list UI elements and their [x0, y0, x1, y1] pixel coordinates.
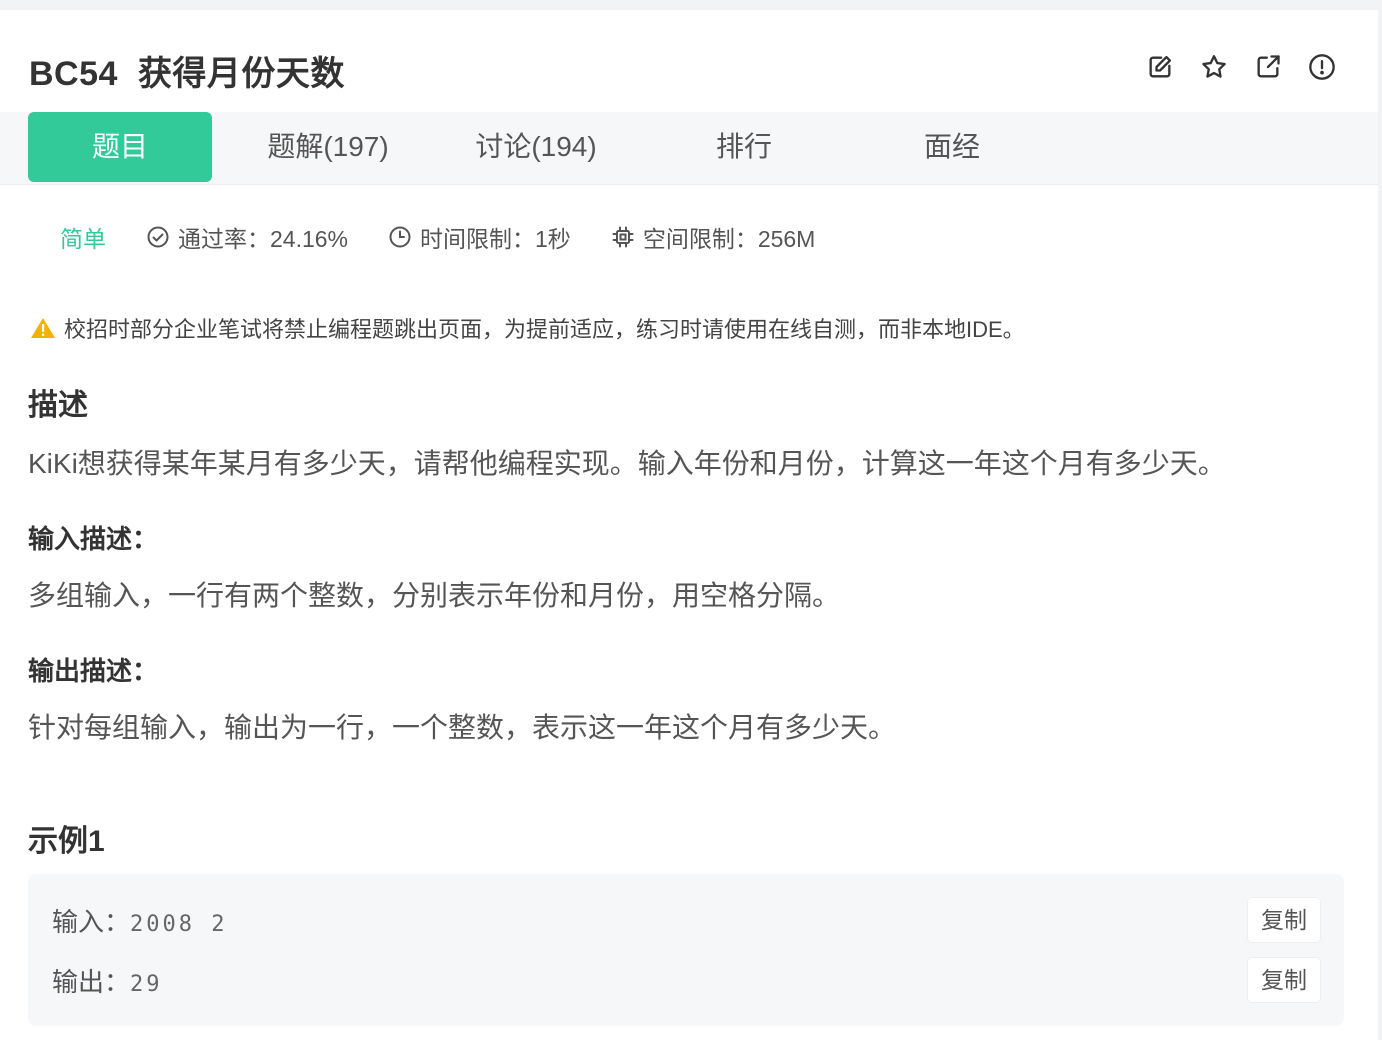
chip-icon — [612, 226, 634, 248]
example-box: 输入：2008 2 复制 输出：29 复制 — [28, 874, 1344, 1026]
difficulty-badge: 简单 — [60, 226, 106, 252]
tab-interview[interactable]: 面经 — [860, 112, 1044, 182]
report-icon[interactable] — [1308, 53, 1336, 81]
tab-ranking[interactable]: 排行 — [652, 112, 836, 182]
check-circle-icon — [147, 226, 169, 248]
problem-id: BC54 — [29, 55, 118, 93]
pass-rate-text: 通过率：24.16% — [178, 226, 349, 252]
problem-meta: 简单 通过率：24.16% 时间限制：1秒 空间限制：256M — [60, 220, 855, 254]
description-heading: 描述 — [28, 389, 88, 422]
page-title: BC54 获得月份天数 — [29, 46, 345, 95]
star-icon[interactable] — [1200, 53, 1228, 81]
example-input: 输入：2008 2 — [52, 902, 228, 939]
problem-title: 获得月份天数 — [137, 55, 345, 93]
example-output-label: 输出： — [52, 967, 131, 997]
share-icon[interactable] — [1254, 53, 1282, 81]
input-desc-heading: 输入描述： — [28, 524, 159, 554]
problem-panel: BC54 获得月份天数 题目 题解(197) 讨论(194) 排行 面经 简单 … — [0, 10, 1378, 1040]
notice-banner: 校招时部分企业笔试将禁止编程题跳出页面，为提前适应，练习时请使用在线自测，而非本… — [30, 312, 1025, 344]
time-limit-text: 时间限制：1秒 — [420, 226, 571, 252]
tab-solutions[interactable]: 题解(197) — [236, 112, 420, 182]
notice-text: 校招时部分企业笔试将禁止编程题跳出页面，为提前适应，练习时请使用在线自测，而非本… — [64, 317, 1025, 342]
tab-discussion[interactable]: 讨论(194) — [444, 112, 628, 182]
space-limit-text: 空间限制：256M — [642, 226, 816, 252]
example-input-label: 输入： — [52, 907, 131, 937]
output-desc-text: 针对每组输入，输出为一行，一个整数，表示这一年这个月有多少天。 — [28, 712, 897, 743]
time-limit: 时间限制：1秒 — [388, 220, 571, 254]
example-input-value: 2008 2 — [130, 912, 228, 937]
input-desc-text: 多组输入，一行有两个整数，分别表示年份和月份，用空格分隔。 — [28, 580, 841, 611]
warning-icon — [31, 318, 55, 338]
example-output-value: 29 — [130, 972, 163, 997]
example-heading: 示例1 — [28, 825, 105, 858]
space-limit: 空间限制：256M — [611, 220, 816, 254]
copy-output-button[interactable]: 复制 — [1248, 958, 1320, 1002]
title-actions — [1146, 53, 1336, 81]
pass-rate: 通过率：24.16% — [146, 220, 348, 254]
tab-bar: 题目 题解(197) 讨论(194) 排行 面经 — [0, 112, 1378, 185]
example-output: 输出：29 — [52, 962, 163, 999]
tab-problem[interactable]: 题目 — [28, 112, 212, 182]
copy-input-button[interactable]: 复制 — [1248, 898, 1320, 942]
clock-icon — [389, 226, 411, 248]
edit-icon[interactable] — [1146, 53, 1174, 81]
output-desc-heading: 输出描述： — [28, 656, 159, 686]
description-text: KiKi想获得某年某月有多少天，请帮他编程实现。输入年份和月份，计算这一年这个月… — [28, 448, 1226, 479]
